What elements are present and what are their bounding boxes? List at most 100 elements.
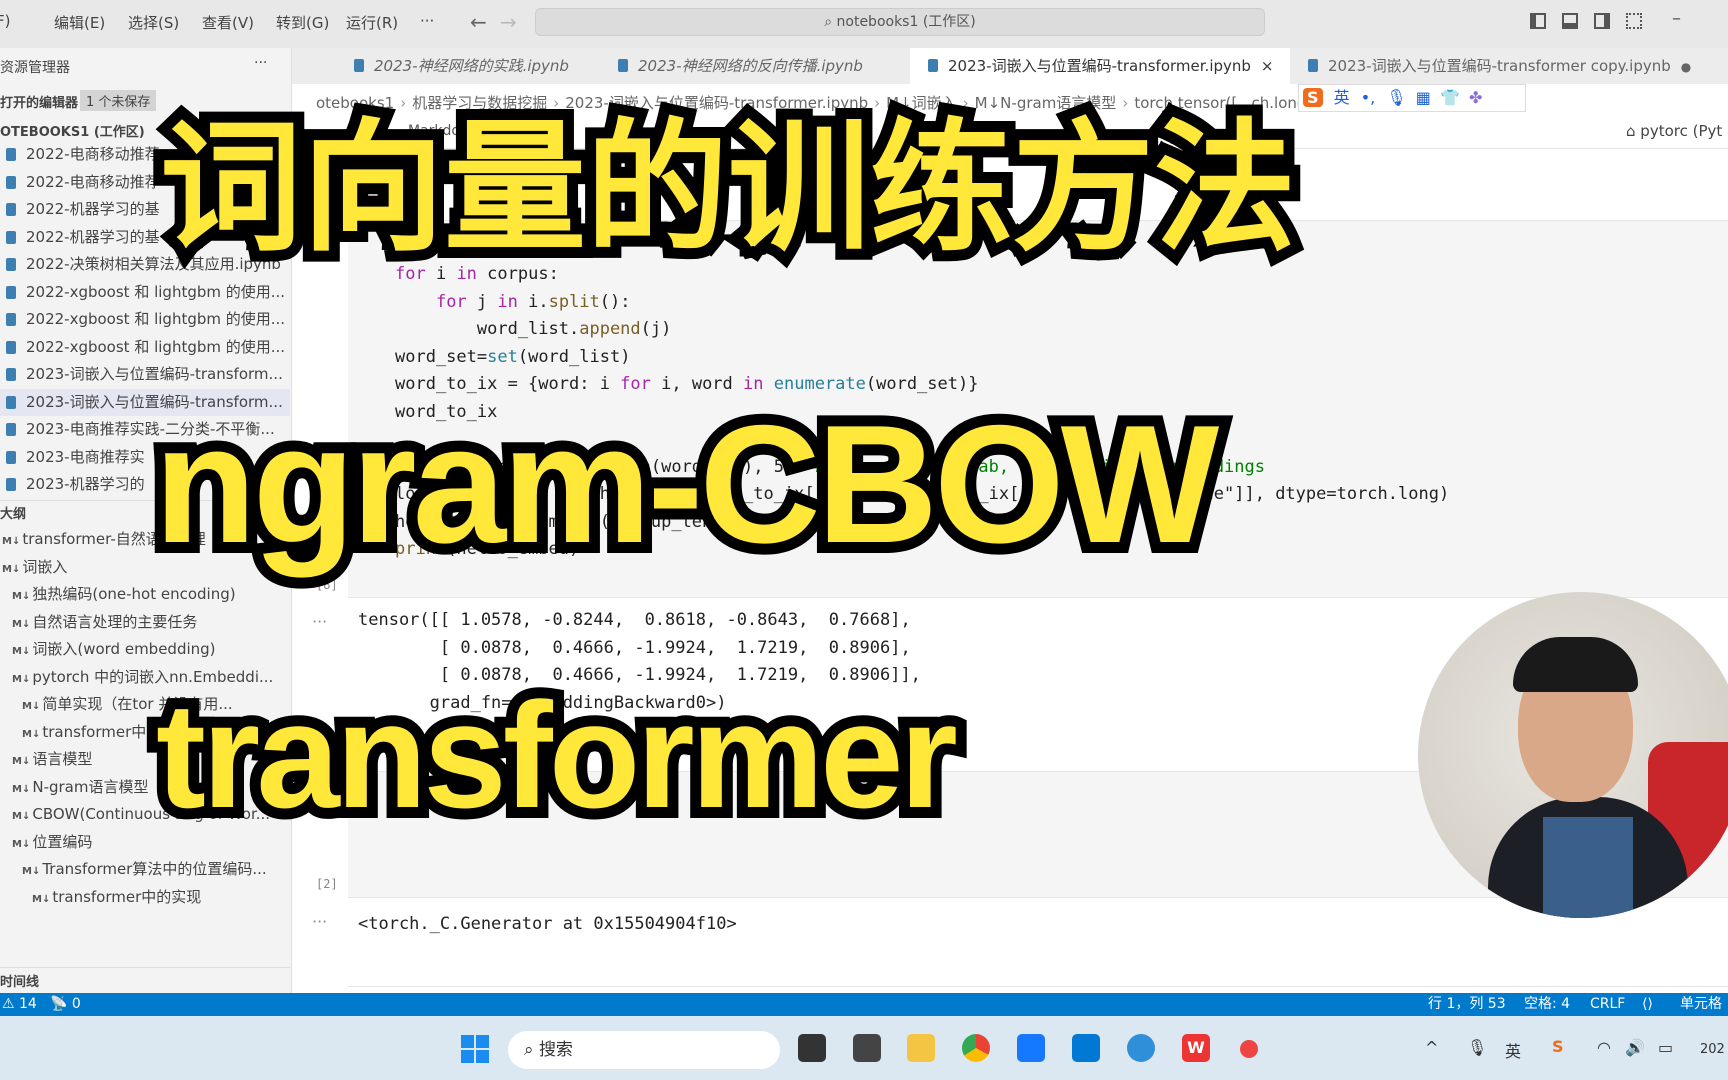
sogou-tray-icon[interactable]: S: [1552, 1037, 1564, 1056]
file-name: 2022-机器学习的基: [26, 227, 160, 246]
execution-count: [2]: [316, 877, 338, 891]
forward-arrow-icon[interactable]: →: [500, 10, 517, 34]
timeline-header[interactable]: 时间线: [0, 971, 39, 990]
problems-count[interactable]: ⚠ 14: [2, 993, 37, 1016]
outline-item[interactable]: M↓ transformer中的实现: [32, 884, 201, 911]
kernel-icon: ⌂: [1626, 122, 1641, 140]
wps-icon[interactable]: W: [1182, 1034, 1210, 1062]
file-item[interactable]: 2023-词嵌入与位置编码-transform...: [0, 361, 290, 388]
file-name: 2022-电商移动推荐: [26, 172, 160, 191]
task-view-icon[interactable]: [798, 1034, 826, 1062]
outline-item[interactable]: M↓ 词嵌入: [2, 554, 67, 581]
back-arrow-icon[interactable]: ←: [470, 10, 487, 34]
outline-item[interactable]: M↓ N-gram语言模型: [12, 774, 148, 801]
indentation[interactable]: 空格: 4: [1524, 993, 1570, 1016]
skin-icon[interactable]: 👕: [1440, 88, 1460, 107]
file-item[interactable]: 2022-xgboost 和 lightgbm 的使用...: [0, 306, 290, 333]
outline-label: 位置编码: [32, 832, 93, 851]
ports-count[interactable]: 📡 0: [50, 993, 81, 1016]
notebook-icon: [6, 148, 16, 161]
kernel-label: pytorc (Pyt: [1640, 122, 1723, 140]
tray-mic-icon[interactable]: 🎙: [1467, 1038, 1487, 1057]
notebook-icon: [6, 313, 16, 326]
outline-item[interactable]: M↓ 位置编码: [12, 829, 92, 856]
close-tab-icon[interactable]: ×: [1261, 57, 1274, 75]
file-explorer-icon[interactable]: [907, 1034, 935, 1062]
outline-label: transformer中的实现: [52, 887, 202, 906]
ime-punct[interactable]: •,: [1361, 88, 1376, 107]
tab[interactable]: 2023-词嵌入与位置编码-transformer copy.ipynb ●: [1290, 48, 1728, 84]
toggle-secondary-sidebar-icon[interactable]: [1594, 13, 1610, 29]
menu-item[interactable]: 查看(V): [202, 12, 254, 33]
output-menu-button[interactable]: ···: [312, 612, 327, 631]
outline-header[interactable]: 大纲: [0, 503, 26, 522]
command-center-search[interactable]: ⌕ notebooks1 (工作区): [535, 8, 1265, 36]
search-icon: ⌕: [524, 1040, 539, 1060]
line-ending[interactable]: CRLF: [1590, 993, 1625, 1016]
tab[interactable]: 2023-词嵌入与位置编码-transformer.ipynb ×: [910, 48, 1290, 84]
file-name: 2023-电商推荐实: [26, 447, 145, 466]
toggle-sidebar-icon[interactable]: [1530, 13, 1546, 29]
clock[interactable]: 202: [1700, 1042, 1725, 1057]
menu-item[interactable]: ···: [420, 12, 434, 30]
output-menu-button[interactable]: ···: [312, 912, 327, 931]
explorer-more-button[interactable]: ···: [254, 55, 267, 71]
kernel-picker[interactable]: ⌂ pytorc (Pyt: [1626, 122, 1722, 140]
markdown-icon: M↓: [12, 618, 31, 630]
menu-item[interactable]: F): [0, 12, 10, 30]
volume-icon[interactable]: 🔊: [1625, 1038, 1645, 1057]
taskbar-search-label: 搜索: [538, 1040, 573, 1060]
minimize-icon[interactable]: –: [1672, 8, 1681, 29]
file-name: 2023-机器学习的: [26, 475, 145, 493]
tab[interactable]: 2023-神经网络的实践.ipynb: [336, 48, 600, 84]
menu-item[interactable]: 转到(G): [276, 12, 329, 33]
app-v-icon[interactable]: [1127, 1034, 1155, 1062]
workspace-header[interactable]: OTEBOOKS1 (工作区): [0, 121, 145, 140]
ime-toolbar[interactable]: S 英 •, 🎙 ▦ 👕 ✤: [1298, 84, 1526, 112]
feishu-icon[interactable]: [1017, 1034, 1045, 1062]
tray-ime[interactable]: 英: [1505, 1038, 1521, 1062]
battery-icon[interactable]: ▭: [1658, 1038, 1673, 1057]
chrome-icon[interactable]: [962, 1034, 990, 1062]
markdown-icon: M↓: [12, 673, 31, 685]
code-line: for j in i.split():: [435, 291, 631, 312]
wifi-icon[interactable]: ◠: [1597, 1038, 1611, 1057]
menu-item[interactable]: 编辑(E): [54, 12, 105, 33]
markdown-icon: M↓: [32, 893, 51, 905]
file-name: 2022-xgboost 和 lightgbm 的使用...: [26, 337, 286, 356]
tab[interactable]: 2023-神经网络的反向传播.ipynb: [600, 48, 910, 84]
file-item[interactable]: 2022-xgboost 和 lightgbm 的使用...: [0, 334, 290, 361]
outline-item[interactable]: M↓ transformer中的: [22, 719, 161, 746]
outline-item[interactable]: M↓ 自然语言处理的主要任务: [12, 609, 197, 636]
notebook-icon: [6, 478, 16, 491]
menu-item[interactable]: 运行(R): [346, 12, 398, 33]
microphone-icon[interactable]: 🎙: [1386, 88, 1406, 107]
outline-item[interactable]: M↓ Transformer算法中的位置编码...: [22, 856, 267, 883]
markdown-icon: M↓: [12, 756, 31, 767]
apps-icon[interactable]: ✤: [1469, 88, 1482, 107]
windows-start-icon[interactable]: [461, 1035, 489, 1063]
tray-chevron-icon[interactable]: ^: [1425, 1038, 1438, 1057]
outline-item[interactable]: M↓ 独热编码(one-hot encoding): [12, 581, 236, 608]
cell-indicator[interactable]: 单元格: [1680, 993, 1722, 1016]
customize-layout-icon[interactable]: [1626, 13, 1642, 29]
record-icon[interactable]: [1240, 1040, 1258, 1058]
menu-item[interactable]: 选择(S): [128, 12, 179, 33]
markdown-icon: M↓: [22, 728, 41, 740]
toggle-panel-icon[interactable]: [1562, 13, 1578, 29]
taskbar-search[interactable]: ⌕ 搜索: [508, 1031, 780, 1069]
outline-item[interactable]: M↓ 语言模型: [12, 746, 92, 773]
terminal-icon[interactable]: [853, 1034, 881, 1062]
outline-label: 独热编码(one-hot encoding): [32, 585, 236, 603]
code-icon[interactable]: ⟨⟩: [1642, 993, 1653, 1016]
ime-lang[interactable]: 英: [1334, 88, 1350, 107]
open-editors-header[interactable]: 打开的编辑器: [0, 92, 78, 111]
file-item[interactable]: 2022-xgboost 和 lightgbm 的使用...: [0, 279, 290, 306]
outline-item[interactable]: M↓ 词嵌入(word embedding): [12, 636, 216, 663]
keyboard-icon[interactable]: ▦: [1416, 88, 1431, 107]
vscode-icon[interactable]: [1072, 1034, 1100, 1062]
markdown-icon: M↓: [12, 783, 31, 795]
markdown-icon: M↓: [2, 563, 21, 575]
cursor-position[interactable]: 行 1，列 53: [1428, 993, 1506, 1016]
outline-label: 语言模型: [32, 750, 93, 768]
